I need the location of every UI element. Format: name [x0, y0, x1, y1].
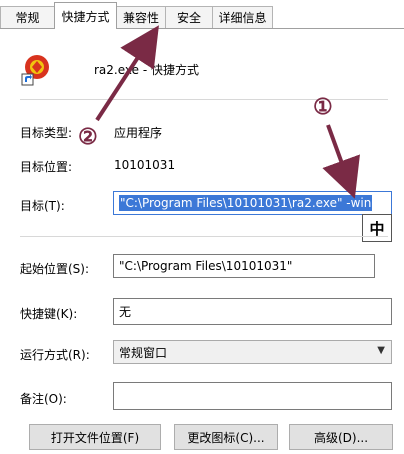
ime-indicator[interactable]: 中	[362, 214, 392, 242]
target-input[interactable]: "C:\Program Files\10101031\ra2.exe" -win	[113, 191, 392, 215]
tab-general[interactable]: 常规	[0, 6, 55, 28]
start-in-input-text: "C:\Program Files\10101031"	[119, 259, 293, 273]
tab-details[interactable]: 详细信息	[212, 6, 273, 28]
shortcut-name: ra2.exe - 快捷方式	[94, 63, 199, 77]
tab-security[interactable]: 安全	[165, 6, 213, 28]
target-label: 目标(T):	[20, 199, 65, 213]
run-mode-value: 常规窗口	[119, 345, 168, 360]
tab-shortcut[interactable]: 快捷方式	[54, 2, 117, 29]
target-type-label: 目标类型:	[20, 126, 73, 140]
advanced-button[interactable]: 高级(D)...	[289, 424, 393, 450]
run-mode-select[interactable]: 常规窗口 ▼	[113, 340, 392, 364]
start-in-input[interactable]: "C:\Program Files\10101031"	[113, 254, 375, 278]
annotation-one: ①	[313, 94, 333, 120]
tab-compatibility[interactable]: 兼容性	[116, 6, 166, 28]
divider	[20, 99, 388, 100]
shortcut-key-input[interactable]: 无	[113, 298, 392, 325]
run-label: 运行方式(R):	[20, 348, 90, 362]
red-alert-app-icon	[21, 55, 49, 86]
tab-bar: 常规 快捷方式 兼容性 安全 详细信息	[0, 0, 404, 29]
chevron-down-icon: ▼	[377, 345, 385, 356]
target-location-label: 目标位置:	[20, 160, 73, 174]
comment-label: 备注(O):	[20, 392, 67, 406]
shortcut-key-label: 快捷键(K):	[20, 307, 78, 321]
annotation-two: ②	[78, 124, 98, 150]
target-location-value: 10101031	[114, 158, 176, 172]
comment-input[interactable]	[113, 382, 392, 410]
change-icon-button[interactable]: 更改图标(C)...	[174, 424, 278, 450]
start-in-label: 起始位置(S):	[20, 262, 90, 276]
open-file-location-button[interactable]: 打开文件位置(F)	[29, 424, 161, 450]
target-input-text: "C:\Program Files\10101031\ra2.exe" -win	[119, 195, 373, 211]
divider	[20, 236, 388, 237]
shortcut-key-input-text: 无	[119, 305, 132, 319]
target-type-value: 应用程序	[114, 126, 163, 140]
